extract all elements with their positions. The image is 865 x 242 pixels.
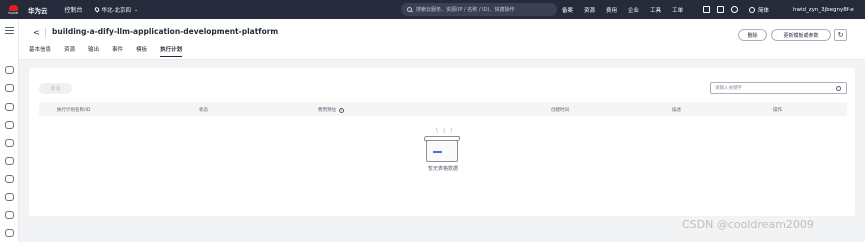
table-header: 执行计划名称/ID 状态 费用预估 ? 创建时间 描述 操作 xyxy=(39,102,847,116)
tab-events[interactable]: 事件 xyxy=(112,45,123,57)
network-icon[interactable] xyxy=(5,103,14,111)
nav-item-enterprise[interactable]: 企业 xyxy=(628,6,639,14)
message-icon[interactable] xyxy=(703,6,710,13)
tab-resources[interactable]: 资源 xyxy=(64,45,75,57)
stack-header: < building-a-dify-llm-application-develo… xyxy=(19,19,865,60)
settings-icon[interactable] xyxy=(5,229,14,237)
column-created-time[interactable]: 创建时间 xyxy=(551,107,569,113)
update-template-button[interactable]: 更新模板或参数 xyxy=(771,29,831,41)
container-icon[interactable] xyxy=(5,175,14,183)
column-status[interactable]: 状态 xyxy=(199,107,208,113)
watermark: CSDN @cooldream2009 xyxy=(682,218,814,231)
language-label: 简体 xyxy=(758,7,770,14)
chevron-down-icon: ⌄ xyxy=(134,6,139,13)
cancel-button[interactable]: 取消 xyxy=(39,83,72,94)
sidebar xyxy=(0,19,19,242)
search-icon xyxy=(407,7,412,12)
keyword-search-input[interactable]: 请输入关键字 xyxy=(710,82,847,94)
tabs: 基本信息 资源 输出 事件 模板 执行计划 xyxy=(29,45,183,57)
column-description[interactable]: 描述 xyxy=(672,107,681,113)
nav-item-billing[interactable]: 费用 xyxy=(606,6,617,14)
page-title: building-a-dify-llm-application-developm… xyxy=(52,27,279,36)
back-button[interactable]: < xyxy=(33,28,40,37)
top-bar: HUAWEI 华为云 控制台 华北-北京四 ⌄ 搜索云服务、资源(IP / 名称… xyxy=(0,0,865,19)
database-icon[interactable] xyxy=(5,121,14,129)
refresh-icon: ↻ xyxy=(837,31,844,39)
nav-item-tools[interactable]: 工具 xyxy=(650,6,661,14)
help-icon[interactable]: ? xyxy=(339,107,344,113)
logo-text: HUAWEI xyxy=(7,11,19,15)
box-line xyxy=(433,151,442,153)
huawei-logo-icon xyxy=(8,4,18,11)
ai-icon[interactable] xyxy=(5,193,14,201)
globe-icon xyxy=(749,6,755,13)
storage-icon[interactable] xyxy=(5,139,14,147)
column-cost-estimate[interactable]: 费用预估 ? xyxy=(318,107,344,113)
tab-template[interactable]: 模板 xyxy=(136,45,147,57)
region-selector[interactable]: 华北-北京四 ⌄ xyxy=(93,6,139,14)
location-pin-icon xyxy=(93,6,100,13)
cloud-server-icon[interactable] xyxy=(5,84,14,92)
column-actions: 操作 xyxy=(773,108,782,113)
empty-state-text: 暂无表格数据 xyxy=(427,166,458,172)
box-lid xyxy=(423,136,461,141)
menu-icon[interactable] xyxy=(5,27,14,34)
tab-outputs[interactable]: 输出 xyxy=(88,45,99,57)
empty-box-icon xyxy=(426,140,458,162)
search-placeholder: 搜索云服务、资源(IP / 名称 / ID)、快捷操作 xyxy=(416,7,515,13)
top-nav: 备案 资源 费用 企业 工具 工单 xyxy=(562,0,683,19)
console-link[interactable]: 控制台 xyxy=(65,5,83,14)
notification-icon[interactable] xyxy=(717,6,724,13)
huawei-logo[interactable]: HUAWEI xyxy=(4,0,22,19)
region-label: 华北-北京四 xyxy=(101,7,132,14)
help-icon[interactable] xyxy=(731,6,738,13)
divider xyxy=(45,28,46,37)
security-icon[interactable] xyxy=(5,157,14,165)
nav-item-filing[interactable]: 备案 xyxy=(562,6,573,14)
monitor-icon[interactable] xyxy=(5,211,14,219)
column-plan-name[interactable]: 执行计划名称/ID xyxy=(57,107,90,113)
top-icons xyxy=(703,0,738,19)
user-menu[interactable]: hwid_zyn_3jbegny8f-e xyxy=(793,0,854,19)
refresh-button[interactable]: ↻ xyxy=(834,29,847,41)
execution-plan-panel: 取消 请输入关键字 执行计划名称/ID 状态 费用预估 ? 创建时间 描述 操作… xyxy=(29,68,855,216)
global-search-input[interactable]: 搜索云服务、资源(IP / 名称 / ID)、快捷操作 xyxy=(401,3,557,16)
nav-item-resources[interactable]: 资源 xyxy=(584,6,595,14)
tab-execution-plan[interactable]: 执行计划 xyxy=(160,45,183,57)
tab-basic-info[interactable]: 基本信息 xyxy=(29,45,51,57)
nav-item-tickets[interactable]: 工单 xyxy=(672,6,683,14)
language-selector[interactable]: 简体 xyxy=(749,0,769,19)
search-icon[interactable] xyxy=(836,86,841,91)
delete-button[interactable]: 删除 xyxy=(738,29,767,41)
cloud-service-icon[interactable] xyxy=(5,66,14,74)
cost-estimate-label: 费用预估 xyxy=(318,108,336,113)
keyword-placeholder: 请输入关键字 xyxy=(715,86,742,91)
brand-name[interactable]: 华为云 xyxy=(28,5,48,15)
sparkle-icon: \ | / xyxy=(436,128,455,134)
